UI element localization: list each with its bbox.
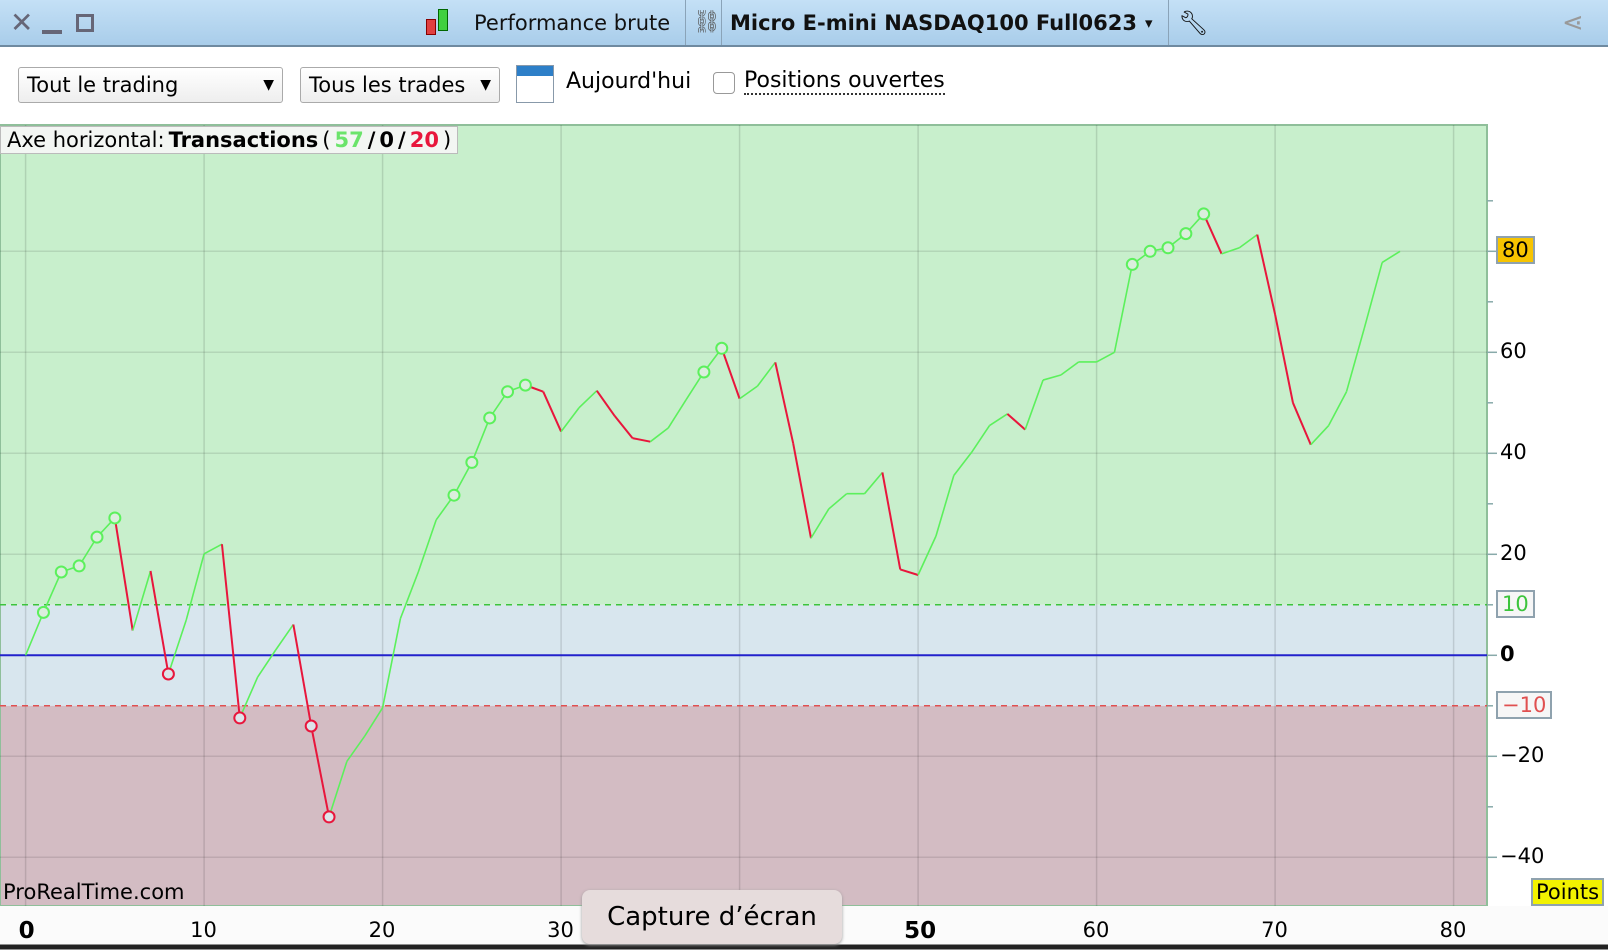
- paren-open: (: [322, 128, 331, 152]
- threshold-badge: −10: [1496, 690, 1553, 719]
- last-value-badge: 80: [1496, 236, 1535, 265]
- y-tick-label: −40: [1500, 844, 1545, 869]
- neutral-count: 0: [379, 128, 395, 152]
- x-tick-label: 70: [1261, 918, 1288, 942]
- new-high-marker: [1197, 207, 1211, 221]
- new-high-marker: [1161, 241, 1175, 255]
- threshold-badge: 10: [1496, 589, 1535, 618]
- new-high-marker: [697, 365, 711, 379]
- new-high-marker: [518, 378, 532, 392]
- x-tick-label: 10: [190, 918, 217, 942]
- paren-close: ): [442, 128, 452, 152]
- new-high-marker: [447, 488, 461, 502]
- new-high-marker: [1143, 244, 1157, 258]
- y-tick-label: 0: [1500, 642, 1515, 667]
- new-high-marker: [465, 455, 479, 469]
- x-tick-label: 60: [1082, 918, 1110, 942]
- axis-info: Axe horizontal: Transactions ( 57 / 0 / …: [0, 126, 459, 154]
- x-tick-label: 50: [904, 918, 937, 944]
- watermark: ProRealTime.com: [3, 880, 185, 904]
- x-tick-label: 20: [368, 918, 396, 942]
- upper-band: [0, 125, 1487, 605]
- new-high-marker: [90, 530, 104, 544]
- separator: /: [367, 128, 376, 152]
- y-tick-label: −20: [1500, 743, 1545, 768]
- tooltip: Capture d’écran: [582, 890, 842, 944]
- new-high-marker: [54, 565, 68, 579]
- new-high-marker: [483, 411, 497, 425]
- axis-mode[interactable]: Transactions: [169, 128, 319, 152]
- lower-band: [0, 705, 1487, 906]
- winners-count: 57: [334, 128, 364, 152]
- y-tick-label: 60: [1500, 339, 1527, 364]
- x-tick-label: 80: [1439, 918, 1467, 942]
- new-high-marker: [1179, 227, 1193, 241]
- new-low-marker: [322, 810, 336, 824]
- new-high-marker: [72, 559, 86, 573]
- new-low-marker: [233, 711, 247, 725]
- units-badge: Points: [1531, 878, 1605, 906]
- new-high-marker: [36, 605, 50, 619]
- new-high-marker: [1125, 257, 1139, 271]
- axis-label: Axe horizontal:: [7, 128, 165, 152]
- x-tick-label: 30: [547, 918, 574, 942]
- y-tick-label: 20: [1500, 541, 1527, 566]
- separator: /: [398, 128, 406, 152]
- new-high-marker: [715, 341, 729, 355]
- new-high-marker: [108, 511, 122, 525]
- new-low-marker: [304, 719, 318, 733]
- new-high-marker: [501, 385, 515, 399]
- x-tick-label: 0: [18, 918, 35, 944]
- y-tick-label: 40: [1500, 440, 1527, 465]
- new-low-marker: [161, 667, 175, 681]
- losers-count: 20: [409, 128, 439, 152]
